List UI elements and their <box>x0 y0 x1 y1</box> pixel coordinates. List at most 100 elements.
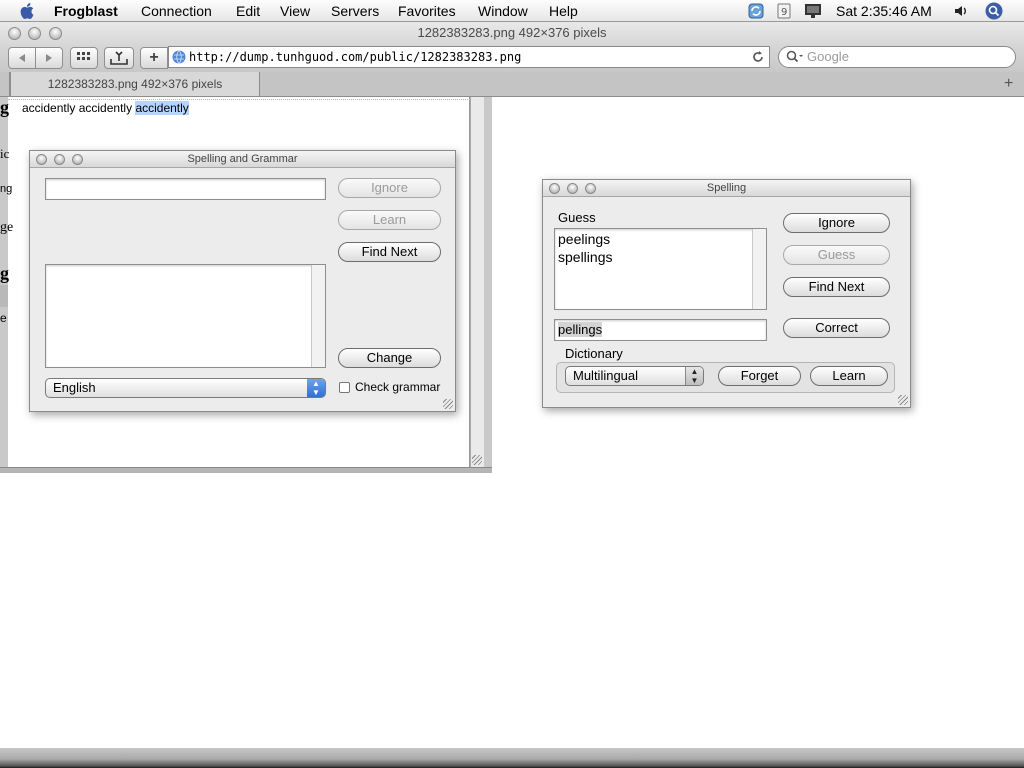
sentence-field <box>45 178 326 200</box>
browser-toolbar: + http://dump.tunhguod.com/public/128238… <box>0 46 1024 72</box>
menu-favorites[interactable]: Favorites <box>398 3 456 19</box>
search-placeholder: Google <box>807 49 849 64</box>
spelling-title: Spelling <box>706 182 747 194</box>
address-text: http://dump.tunhguod.com/public/12823832… <box>189 50 522 64</box>
spelling-panel: Spelling Guess peelings spellings pellin… <box>542 179 911 408</box>
search-icon <box>786 50 804 70</box>
menu-window[interactable]: Window <box>478 3 528 19</box>
screenshot-highlighted-word: accidently <box>135 101 189 115</box>
menu-connection[interactable]: Connection <box>141 3 212 19</box>
volume-icon[interactable] <box>953 3 969 22</box>
dictionary-value: Multilingual <box>573 368 639 383</box>
forward-button[interactable] <box>35 47 63 69</box>
language-popup: English ▲ ▼ <box>45 378 326 398</box>
panel-minimize-button <box>54 154 65 165</box>
guess-label: Guess <box>558 210 596 225</box>
spelling-grammar-panel: Spelling and Grammar Ignore Learn Find N… <box>29 150 456 412</box>
menu-servers[interactable]: Servers <box>331 3 379 19</box>
screenshot-bottom-strip <box>0 467 492 473</box>
home-button[interactable] <box>104 47 134 69</box>
spelling-close-button[interactable] <box>549 183 560 194</box>
learn-button: Learn <box>338 210 441 230</box>
word-field-text: pellings <box>558 322 603 337</box>
spotlight-icon[interactable] <box>985 2 1003 23</box>
dock <box>0 748 1024 768</box>
check-grammar-label: Check grammar <box>355 380 441 394</box>
spelling-grammar-title-bar: Spelling and Grammar <box>30 151 455 168</box>
word-field[interactable]: pellings <box>554 319 767 341</box>
reload-icon[interactable] <box>752 50 764 70</box>
grid-icon <box>77 52 90 60</box>
menu-edit[interactable]: Edit <box>236 3 260 19</box>
window-close-button[interactable] <box>8 27 21 40</box>
search-field[interactable]: Google <box>778 46 1016 68</box>
correct-button[interactable]: Correct <box>783 318 890 338</box>
screenshot-resize-grip <box>472 455 482 465</box>
screenshot-top-edge <box>8 97 470 100</box>
window-title: 1282383283.png 492×376 pixels <box>417 25 607 40</box>
screenshot-word: accidently <box>78 101 133 115</box>
add-bookmark-button[interactable]: + <box>140 47 168 69</box>
ignore-button[interactable]: Ignore <box>783 213 890 233</box>
screenshot-scrollbar <box>470 97 484 467</box>
bookmarks-grid-button[interactable] <box>70 47 98 69</box>
menu-app-name[interactable]: Frogblast <box>54 3 118 19</box>
globe-icon <box>172 50 186 70</box>
window-zoom-button[interactable] <box>49 27 62 40</box>
back-button[interactable] <box>8 47 36 69</box>
guess-item-1[interactable]: peelings <box>558 231 610 247</box>
display-icon[interactable] <box>804 3 822 22</box>
screenshot-edge-glyph: g <box>0 97 9 117</box>
panel-close-button <box>36 154 47 165</box>
tab-bar-edge <box>0 72 10 96</box>
panel-resize-grip <box>443 399 453 409</box>
popup-arrows-icon: ▲ ▼ <box>685 367 703 385</box>
spelling-grammar-title: Spelling and Grammar <box>187 153 298 165</box>
find-next-button: Find Next <box>338 242 441 262</box>
svg-text:9: 9 <box>781 7 787 18</box>
guess-item-2[interactable]: spellings <box>558 249 612 265</box>
change-button: Change <box>338 348 441 368</box>
sync-status-icon[interactable] <box>748 3 764 22</box>
spelling-zoom-button[interactable] <box>585 183 596 194</box>
screenshot-edge-bar <box>0 285 8 307</box>
forget-button[interactable]: Forget <box>718 366 801 386</box>
screenshot-edge-glyph: ge <box>0 220 14 235</box>
new-tab-button[interactable]: + <box>1004 75 1013 93</box>
suggestions-scrollbar <box>311 265 325 367</box>
spelling-resize-grip[interactable] <box>898 395 908 405</box>
screenshot-edge-glyph: e <box>0 311 7 325</box>
script-menu-icon[interactable]: 9 <box>777 3 791 22</box>
menu-help[interactable]: Help <box>549 3 578 19</box>
dictionary-popup[interactable]: Multilingual ▲ ▼ <box>565 366 704 386</box>
spelling-title-bar: Spelling <box>543 180 910 197</box>
spelling-minimize-button[interactable] <box>567 183 578 194</box>
find-next-button[interactable]: Find Next <box>783 277 890 297</box>
tab-image[interactable]: 1282383283.png 492×376 pixels <box>10 72 260 96</box>
back-arrow-icon <box>19 54 25 62</box>
language-value: English <box>53 380 96 395</box>
popup-arrows-icon: ▲ ▼ <box>307 379 325 397</box>
embedded-screenshot: accidently accidently accidently g ic ng… <box>0 97 492 473</box>
tray-icon <box>110 51 128 65</box>
address-field[interactable]: http://dump.tunhguod.com/public/12823832… <box>168 46 770 68</box>
screenshot-edge-glyph: ng <box>0 183 13 195</box>
menu-view[interactable]: View <box>280 3 310 19</box>
tab-bar: 1282383283.png 492×376 pixels + <box>0 72 1024 97</box>
suggestions-list <box>45 264 326 368</box>
window-title-bar: 1282383283.png 492×376 pixels <box>0 22 1024 46</box>
menu-clock[interactable]: Sat 2:35:46 AM <box>836 3 932 19</box>
ignore-button: Ignore <box>338 178 441 198</box>
guess-list[interactable]: peelings spellings <box>554 228 767 310</box>
dictionary-label: Dictionary <box>565 346 623 361</box>
check-grammar-checkbox <box>339 382 350 393</box>
learn-button[interactable]: Learn <box>810 366 888 386</box>
screenshot-edge-glyph: ic <box>0 146 10 161</box>
guess-button[interactable]: Guess <box>783 245 890 265</box>
window-minimize-button[interactable] <box>28 27 41 40</box>
panel-zoom-button <box>72 154 83 165</box>
menu-bar: Frogblast Connection Edit View Servers F… <box>0 0 1024 22</box>
guess-list-scrollbar[interactable] <box>752 229 766 309</box>
apple-menu-icon[interactable] <box>20 3 34 24</box>
screenshot-text-line: accidently accidently accidently <box>22 101 189 115</box>
